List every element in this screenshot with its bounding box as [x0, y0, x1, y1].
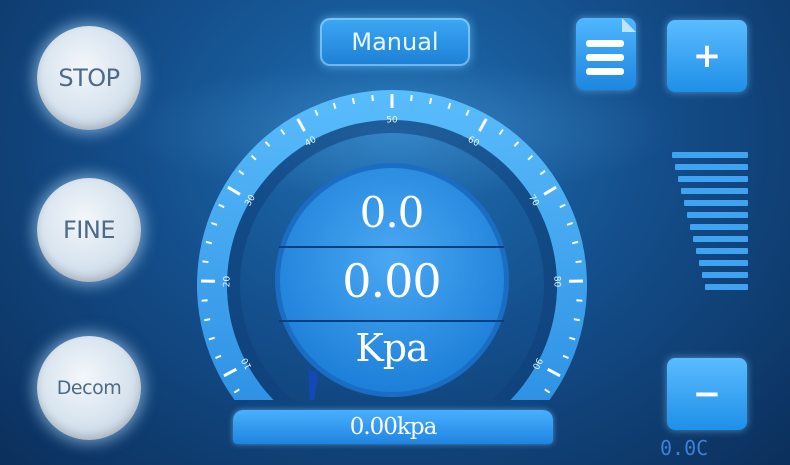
level-indicator	[672, 152, 748, 302]
gauge-minor-tick	[573, 318, 580, 322]
level-bar	[693, 236, 748, 242]
level-bar	[705, 284, 748, 290]
gauge-minor-tick	[205, 240, 212, 245]
menu-line-icon	[586, 68, 624, 75]
pressure-readout-primary: 0.0	[359, 188, 425, 237]
minus-button[interactable]: −	[667, 358, 747, 430]
document-corner-icon	[622, 18, 636, 32]
gauge-tick-label: 50	[386, 116, 398, 126]
level-bar	[672, 152, 748, 158]
gauge-tick-label: 20	[222, 275, 232, 287]
level-bar	[675, 164, 748, 170]
level-bar	[699, 260, 748, 266]
level-bar	[696, 248, 748, 254]
plus-button[interactable]: +	[667, 20, 747, 92]
temperature-readout: 0.0C	[660, 436, 709, 460]
gauge-needle	[308, 368, 319, 400]
gauge-minor-tick	[204, 318, 211, 322]
readout-divider	[279, 246, 504, 248]
stop-button[interactable]: STOP	[37, 26, 141, 130]
gauge-minor-tick	[575, 260, 582, 264]
menu-line-icon	[586, 40, 624, 47]
gauge-minor-tick	[428, 97, 433, 105]
level-bar	[684, 200, 748, 206]
gauge-minor-tick	[410, 94, 413, 102]
pressure-readout-bar: 0.00kpa	[233, 410, 553, 444]
level-bar	[690, 224, 748, 230]
mode-button[interactable]: Manual	[320, 18, 470, 66]
pressure-readout-secondary: 0.00	[342, 254, 441, 308]
level-bar	[702, 272, 748, 278]
gauge-tick-label: 80	[551, 276, 561, 288]
gauge-minor-tick	[202, 260, 209, 264]
fine-button[interactable]: FINE	[37, 178, 141, 282]
level-bar	[678, 176, 748, 182]
gauge-minor-tick	[572, 240, 579, 245]
pressure-unit: Kpa	[355, 326, 428, 370]
readout-divider	[279, 320, 504, 322]
level-bar	[681, 188, 748, 194]
gauge-minor-tick	[371, 94, 374, 102]
decom-button[interactable]: Decom	[37, 336, 141, 440]
level-bar	[687, 212, 748, 218]
gauge-minor-tick	[351, 97, 356, 105]
menu-line-icon	[586, 54, 624, 61]
